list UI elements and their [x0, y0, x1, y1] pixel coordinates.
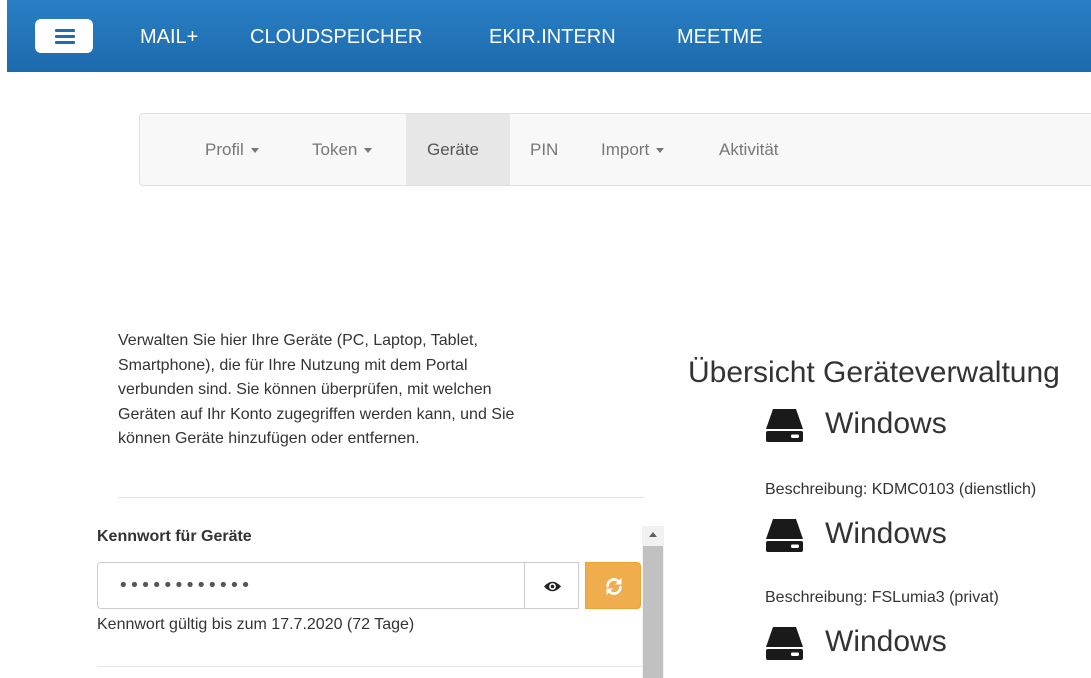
tab-label: Import	[601, 140, 650, 159]
device-password-label: Kennwort für Geräte	[97, 528, 252, 545]
device-description: Beschreibung: KDMC0103 (dienstlich)	[765, 481, 1037, 498]
tab-label: PIN	[530, 140, 559, 159]
intro-line: verbunden sind. Sie können überprüfen, m…	[118, 381, 492, 398]
tab-aktivitaet[interactable]: Aktivität	[719, 114, 779, 185]
device-password-field[interactable]: ••••••••••••	[97, 562, 525, 609]
nav-link-cloudspeicher[interactable]: CLOUDSPEICHER	[250, 0, 422, 72]
hamburger-icon	[55, 29, 75, 32]
scroll-up-arrow-icon[interactable]	[649, 532, 657, 537]
intro-line: Verwalten Sie hier Ihre Geräte (PC, Lapt…	[118, 332, 478, 349]
tab-label: Profil	[205, 140, 244, 159]
intro-line: Geräten auf Ihr Konto zugegriffen werden…	[118, 405, 515, 423]
eye-icon	[544, 581, 561, 592]
hard-drive-icon	[766, 627, 803, 660]
show-password-button[interactable]	[524, 562, 579, 609]
hard-drive-icon	[766, 409, 803, 442]
device-description: Beschreibung: FSLumia3 (privat)	[765, 589, 999, 606]
intro-text: Verwalten Sie hier Ihre Geräte (PC, Lapt…	[118, 329, 638, 452]
regenerate-password-button[interactable]	[585, 562, 641, 609]
top-navbar: MAIL+ CLOUDSPEICHER EKIR.INTERN MEETME	[0, 0, 1091, 72]
account-subnav: Profil Token Geräte PIN Import Aktivität	[139, 113, 1091, 186]
device-overview-title: Übersicht Geräteverwaltung	[688, 356, 1060, 389]
device-name: Windows	[825, 407, 947, 440]
nav-link-ekir-intern[interactable]: EKIR.INTERN	[489, 0, 616, 72]
device-name: Windows	[825, 625, 947, 658]
tab-import[interactable]: Import	[601, 114, 665, 185]
caret-down-icon	[250, 148, 259, 154]
tab-pin[interactable]: PIN	[530, 114, 558, 185]
tab-label: Geräte	[427, 140, 479, 159]
hard-drive-icon	[766, 519, 803, 552]
intro-line: Smartphone), die für Ihre Nutzung mit de…	[118, 356, 468, 374]
divider	[118, 497, 644, 498]
tab-label: Token	[312, 140, 358, 159]
nav-link-mail[interactable]: MAIL+	[140, 0, 198, 72]
tab-profil[interactable]: Profil	[205, 114, 259, 185]
nav-link-meetme[interactable]: MEETME	[677, 0, 763, 72]
caret-down-icon	[364, 148, 373, 154]
tab-label: Aktivität	[719, 140, 779, 159]
tab-token[interactable]: Token	[312, 114, 373, 185]
refresh-icon	[606, 578, 622, 595]
scrollbar-thumb[interactable]	[643, 546, 663, 678]
intro-line: können Geräte hinzufügen oder entfernen.	[118, 430, 420, 447]
tab-geraete[interactable]: Geräte	[406, 114, 510, 185]
caret-down-icon	[656, 148, 665, 154]
divider	[97, 666, 642, 667]
password-value: ••••••••••••	[118, 575, 252, 596]
device-name: Windows	[825, 517, 947, 550]
password-validity-text: Kennwort gültig bis zum 17.7.2020 (72 Ta…	[97, 616, 415, 633]
menu-toggle-button[interactable]	[35, 19, 93, 53]
